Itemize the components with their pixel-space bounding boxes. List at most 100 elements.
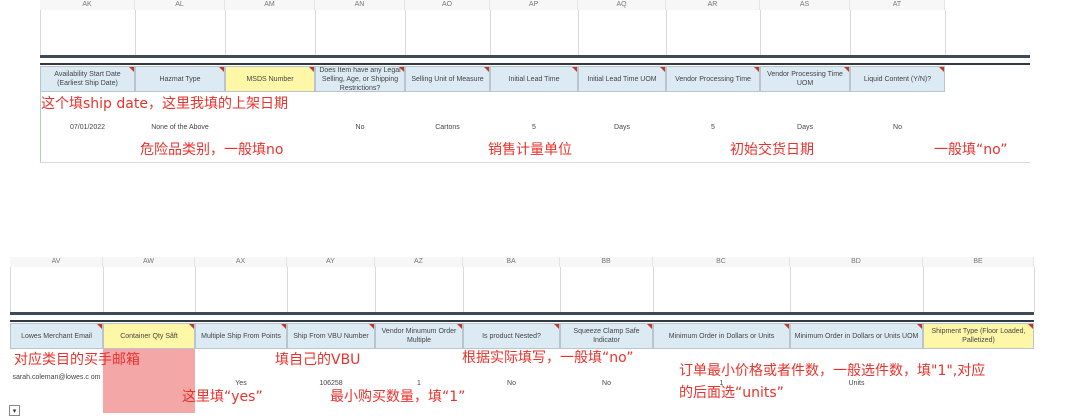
bottom-header-cell[interactable]: Squeeze Clamp Safe Indicator [560,323,653,349]
annotation-actual: 根据实际填写，一般填“no” [462,350,634,366]
top-value-cell[interactable]: Days [760,123,850,132]
top-header-cell[interactable]: Initial Lead Time UOM [578,66,666,92]
bottom-header-cell[interactable]: Container Qty Sâft [103,323,195,349]
grid-line [760,10,761,55]
comment-marker-icon [784,324,789,329]
column-letter-bb[interactable]: BB [560,257,653,267]
column-letter-al[interactable]: AL [135,0,225,10]
bottom-value-cell[interactable]: No [463,379,560,388]
header-label: Hazmat Type [159,75,201,83]
bottom-header-cell[interactable]: Minimum Order in Dollars or Units UOM [790,323,923,349]
column-letter-bd[interactable]: BD [790,257,923,267]
column-letter-aw[interactable]: AW [103,257,195,267]
top-section-divider [40,55,1030,58]
top-header-cell[interactable]: Hazmat Type [135,66,225,92]
bottom-header-cell[interactable]: Minimum Order in Dollars or Units [653,323,790,349]
annotation-min-order-2: 的后面选“units” [679,385,784,401]
column-letter-bc[interactable]: BC [653,257,790,267]
header-label: Shipment Type (Floor Loaded, Palletized) [931,328,1026,344]
grid-line [850,10,851,55]
bottom-header-cell[interactable]: Ship From VBU Number [287,323,375,349]
header-label: Selling Unit of Measure [411,75,484,83]
comment-marker-icon [939,67,944,72]
comment-marker-icon [647,324,652,329]
grid-line [10,267,11,312]
comment-marker-icon [219,67,224,72]
comment-marker-icon [484,67,489,72]
top-value-cell[interactable]: 5 [666,123,760,132]
bottom-value-cell[interactable]: Yes [195,379,287,388]
top-header-cell[interactable]: Vendor Processing Time UOM [760,66,850,92]
comment-marker-icon [754,67,759,72]
top-value-cell[interactable]: Days [578,123,666,132]
bottom-header-cell[interactable]: Lowes Merchant Email [10,323,103,349]
grid-line [375,267,376,312]
top-header-cell[interactable]: Availability Start Date (Earliest Ship D… [40,66,135,92]
bottom-value-cell[interactable]: 106258 [287,379,375,388]
bottom-value-cell[interactable]: sarah.coleman@lowes.c om [10,373,103,382]
annotation-ship-date: 这个填ship date，这里我填的上架日期 [41,96,288,112]
top-value-cell[interactable]: None of the Above [135,123,225,132]
column-letter-ar[interactable]: AR [666,0,760,10]
grid-line [135,10,136,55]
grid-line [578,10,579,55]
top-header-cell[interactable]: Selling Unit of Measure [405,66,490,92]
top-value-cell[interactable]: Cartons [405,123,490,132]
top-value-cell[interactable]: No [315,123,405,132]
grid-line [490,10,491,55]
grid-line [103,267,104,312]
header-label: Minimum Order in Dollars or Units UOM [794,332,919,340]
bottom-header-cell[interactable]: Is product Nested? [463,323,560,349]
column-letter-ak[interactable]: AK [40,0,135,10]
top-header-rule [40,63,1030,65]
column-letter-az[interactable]: AZ [375,257,463,267]
column-letter-av[interactable]: AV [10,257,103,267]
bottom-header-cell[interactable]: Shipment Type (Floor Loaded, Palletized) [923,323,1034,349]
bottom-value-cell[interactable]: Units [790,379,923,388]
header-label: Ship From VBU Number [293,332,369,340]
column-letter-as[interactable]: AS [760,0,850,10]
top-header-cell[interactable]: MSDS Number [225,66,315,92]
top-value-cell[interactable]: 07/01/2022 [40,123,135,132]
column-letter-aq[interactable]: AQ [578,0,666,10]
bottom-value-cell[interactable]: 1 [375,379,463,388]
annotation-min-order-1: 订单最小价格或者件数，一般选件数，填"1",对应 [679,363,986,379]
column-letter-ba[interactable]: BA [463,257,560,267]
grid-line [405,10,406,55]
column-letter-be[interactable]: BE [923,257,1034,267]
bottom-header-cell[interactable]: Vendor Minumum Order Multiple [375,323,463,349]
annotation-vbu: 填自己的VBU [275,352,361,368]
annotation-min-qty: 最小购买数量，填“1” [330,389,466,405]
header-label: Vendor Minumum Order Multiple [381,328,457,344]
top-header-cell[interactable]: Initial Lead Time [490,66,578,92]
bottom-value-cell[interactable]: No [560,379,653,388]
top-value-cell[interactable]: 5 [490,123,578,132]
top-value-cell[interactable]: No [850,123,945,132]
header-label: Availability Start Date (Earliest Ship D… [54,71,121,87]
column-letter-ap[interactable]: AP [490,0,578,10]
top-header-cell[interactable]: Does Item have any Legal Selling, Age, o… [315,66,405,92]
grid-line [315,10,316,55]
top-bottom-border [40,162,1030,163]
bottom-header-cell[interactable]: Multiple Ship From Points [195,323,287,349]
grid-line [225,10,226,55]
grid-line [666,10,667,55]
column-letter-ax[interactable]: AX [195,257,287,267]
header-label: Multiple Ship From Points [201,332,281,340]
grid-line [287,267,288,312]
top-header-cell[interactable]: Liquid Content (Y/N)? [850,66,945,92]
column-letter-am[interactable]: AM [225,0,315,10]
annotation-selling-unit: 销售计量单位 [488,142,572,158]
header-label: Liquid Content (Y/N)? [863,75,932,83]
header-label: MSDS Number [246,75,294,83]
column-letter-an[interactable]: AN [315,0,405,10]
comment-marker-icon [399,67,404,72]
bottom-section-divider [10,312,1034,315]
annotation-merchant-email: 对应类目的买手邮箱 [14,352,140,368]
column-letter-at[interactable]: AT [850,0,945,10]
top-header-cell[interactable]: Vendor Processing Time [666,66,760,92]
header-label: Initial Lead Time [508,75,560,83]
filter-dropdown-icon[interactable]: ▾ [9,405,20,416]
column-letter-ay[interactable]: AY [287,257,375,267]
column-letter-ao[interactable]: AO [405,0,490,10]
